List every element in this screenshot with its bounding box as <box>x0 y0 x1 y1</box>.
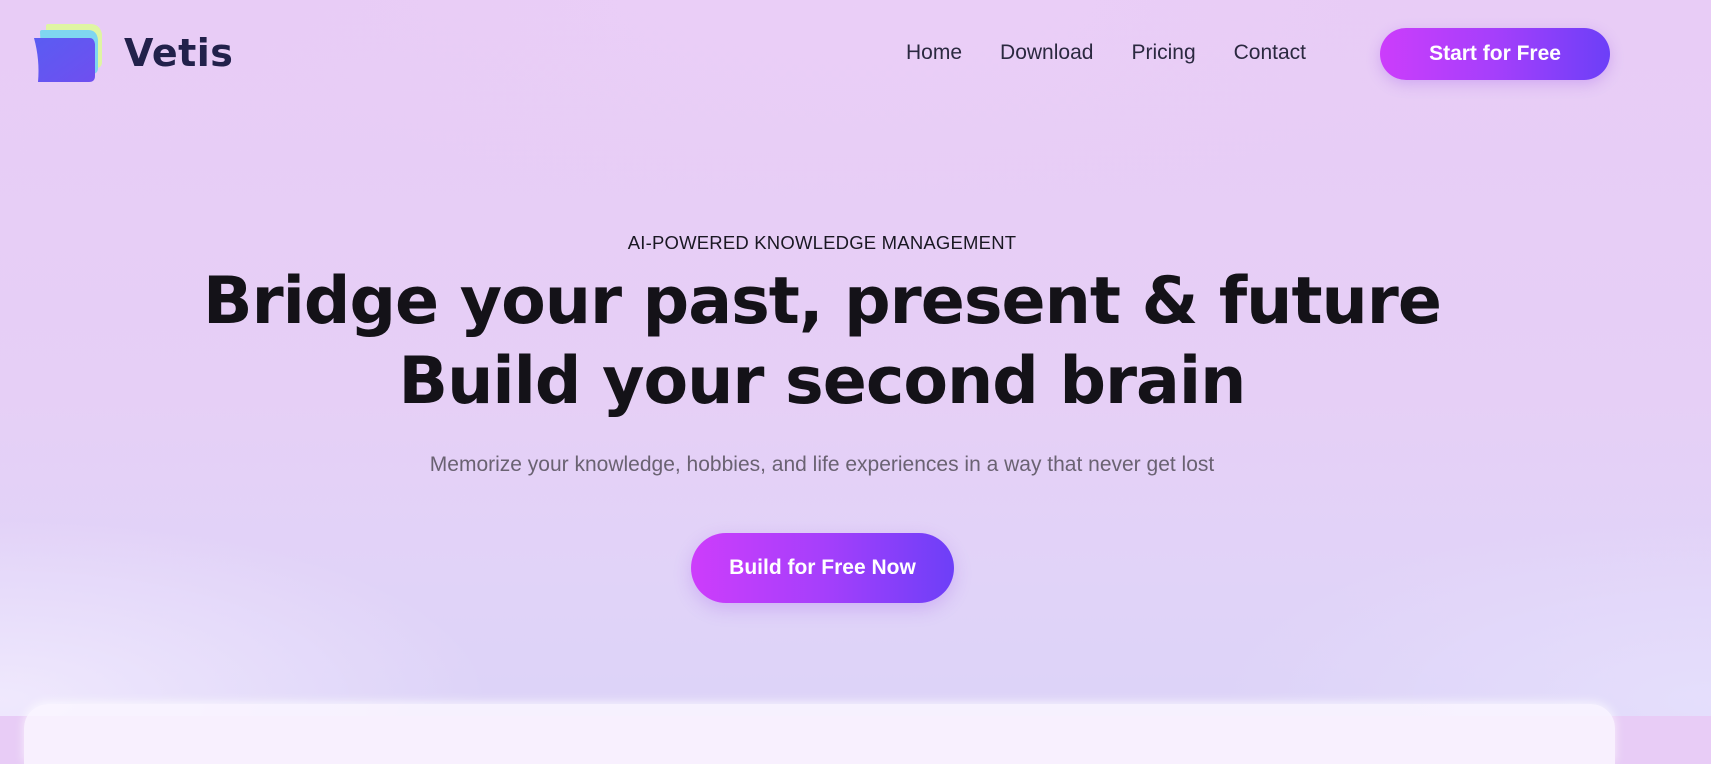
hero-headline-line-1: Bridge your past, present & future <box>203 264 1442 339</box>
hero-section: AI-POWERED KNOWLEDGE MANAGEMENT Bridge y… <box>0 200 1644 478</box>
hero-subtitle: Memorize your knowledge, hobbies, and li… <box>429 453 1215 476</box>
brand-logo[interactable]: Vetis <box>34 22 233 84</box>
nav-link-home[interactable]: Home <box>906 38 962 68</box>
main-nav: Home Download Pricing Contact <box>906 38 1306 68</box>
nav-link-contact[interactable]: Contact <box>1234 38 1306 68</box>
hero-headline: Bridge your past, present & future Build… <box>0 262 1644 422</box>
brand-name: Vetis <box>124 31 234 75</box>
start-for-free-button[interactable]: Start for Free <box>1380 28 1610 80</box>
hero-eyebrow: AI-POWERED KNOWLEDGE MANAGEMENT <box>627 232 1017 253</box>
layered-pages-logo-icon <box>34 24 102 82</box>
preview-card-edge <box>24 704 1615 764</box>
build-for-free-now-button[interactable]: Build for Free Now <box>691 533 954 603</box>
nav-link-download[interactable]: Download <box>1000 38 1093 68</box>
hero-headline-line-2: Build your second brain <box>398 344 1247 419</box>
nav-link-pricing[interactable]: Pricing <box>1131 38 1195 68</box>
site-header: Vetis Home Download Pricing Contact Star… <box>0 0 1711 108</box>
